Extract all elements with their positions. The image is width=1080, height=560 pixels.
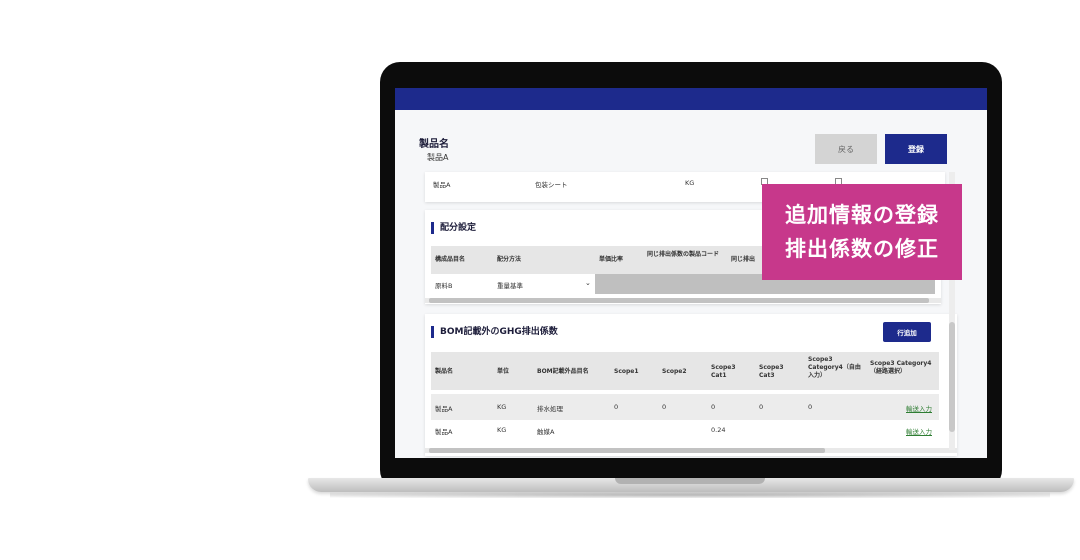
ghg-panel: BOM記載外のGHG排出係数 行追加 製品名 単位 BOM記載外品目名 Scop…	[425, 314, 957, 456]
allocation-method-select[interactable]: 重量基準	[497, 280, 523, 290]
ghg-row1-cat1: 0	[711, 403, 716, 411]
ghg-header-scope3-cat3: Scope3 Cat3	[759, 364, 784, 379]
back-button[interactable]: 戻る	[815, 134, 877, 164]
ghg-row2-unit: KG	[497, 426, 507, 434]
ghg-scrollbar-thumb[interactable]	[429, 448, 825, 453]
ghg-scrollbar[interactable]	[425, 448, 957, 453]
callout-line-1: 追加情報の登録	[785, 203, 939, 227]
ghg-header-scope3-cat1: Scope3 Cat1	[711, 364, 736, 379]
ghg-header-scope2: Scope2	[662, 368, 687, 375]
transport-input-link[interactable]: 輸送入力	[906, 403, 932, 413]
callout-line-2: 排出係数の修正	[785, 237, 939, 261]
chevron-down-icon[interactable]: ⌄	[585, 279, 591, 287]
ghg-header-scope3-cat4-route: Scope3 Category4（経路選択）	[870, 360, 932, 375]
allocation-header-same-factor-code: 同じ排出係数の製品コード	[647, 251, 720, 258]
ghg-row1-product: 製品A	[435, 405, 453, 413]
ghg-row2-product: 製品A	[435, 428, 453, 436]
allocation-title: 配分設定	[431, 222, 476, 234]
add-row-button[interactable]: 行追加	[883, 322, 931, 342]
feature-callout: 追加情報の登録 排出係数の修正	[762, 184, 962, 280]
ghg-row1-cat4-free: 0	[808, 403, 813, 411]
ghg-title: BOM記載外のGHG排出係数	[431, 326, 558, 338]
table-row	[431, 394, 939, 420]
allocation-header-unit-price-ratio: 単価比率	[599, 256, 624, 263]
ghg-row1-unit: KG	[497, 403, 507, 411]
product-name-value: 製品A	[427, 153, 449, 162]
bom-row-product: 製品A	[433, 181, 451, 189]
ghg-header-scope1: Scope1	[614, 368, 639, 375]
page-vertical-scrollbar-thumb[interactable]	[949, 322, 955, 432]
ghg-row2-item: 触媒A	[537, 428, 555, 436]
ghg-row1-item: 排水処理	[537, 405, 563, 413]
ghg-header-item: BOM記載外品目名	[537, 368, 589, 375]
laptop-notch	[615, 478, 765, 484]
allocation-header-method: 配分方法	[497, 256, 522, 263]
laptop-shadow	[330, 492, 1050, 498]
ghg-header-scope3-cat4-free: Scope3 Category4（自由入力）	[808, 356, 861, 379]
allocation-row-component: 原料B	[435, 282, 453, 290]
ghg-row1-cat3: 0	[759, 403, 764, 411]
app-header	[395, 88, 987, 110]
allocation-header-component: 構成品目名	[435, 256, 466, 263]
allocation-header-same-factor: 同じ排出	[731, 256, 756, 263]
bom-row-item: 包装シート	[535, 181, 568, 189]
ghg-row1-scope2: 0	[662, 403, 667, 411]
allocation-scrollbar-thumb[interactable]	[429, 298, 929, 303]
transport-input-link-2[interactable]: 輸送入力	[906, 426, 932, 436]
ghg-row1-scope1: 0	[614, 403, 619, 411]
ghg-header-product: 製品名	[435, 368, 454, 375]
product-name-label: 製品名	[419, 139, 449, 150]
ghg-row2-cat1: 0.24	[711, 426, 726, 434]
bom-row-unit: KG	[685, 179, 695, 187]
allocation-scrollbar[interactable]	[425, 298, 941, 303]
register-button[interactable]: 登録	[885, 134, 947, 164]
ghg-header-unit: 単位	[497, 368, 510, 375]
